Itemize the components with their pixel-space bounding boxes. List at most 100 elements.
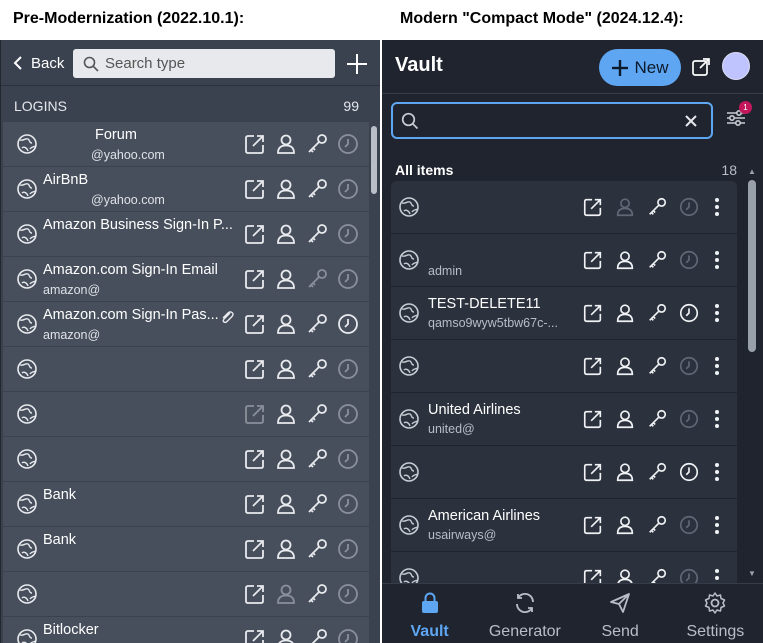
more-options-icon[interactable] bbox=[711, 514, 723, 536]
nav-tab-vault[interactable]: Vault bbox=[382, 584, 477, 643]
list-item[interactable]: Bank bbox=[3, 527, 369, 572]
totp-clock-icon[interactable] bbox=[336, 447, 360, 471]
copy-password-icon[interactable] bbox=[305, 267, 329, 291]
copy-username-icon[interactable] bbox=[274, 582, 298, 606]
copy-username-icon[interactable] bbox=[274, 492, 298, 516]
copy-password-icon[interactable] bbox=[305, 132, 329, 156]
copy-password-icon[interactable] bbox=[305, 492, 329, 516]
copy-username-icon[interactable] bbox=[274, 447, 298, 471]
launch-icon[interactable] bbox=[243, 627, 267, 643]
copy-username-icon[interactable] bbox=[614, 302, 636, 324]
vault-item-row[interactable] bbox=[391, 340, 737, 393]
list-item[interactable] bbox=[3, 347, 369, 392]
vault-item-row[interactable] bbox=[391, 181, 737, 234]
copy-username-icon[interactable] bbox=[274, 267, 298, 291]
launch-icon[interactable] bbox=[582, 302, 604, 324]
copy-username-icon[interactable] bbox=[274, 312, 298, 336]
nav-tab-generator[interactable]: Generator bbox=[477, 584, 572, 643]
launch-icon[interactable] bbox=[243, 222, 267, 246]
launch-icon[interactable] bbox=[582, 461, 604, 483]
copy-username-icon[interactable] bbox=[614, 355, 636, 377]
more-options-icon[interactable] bbox=[711, 196, 723, 218]
copy-password-icon[interactable] bbox=[305, 627, 329, 643]
list-item[interactable]: Amazon Business Sign-In P... bbox=[3, 212, 369, 257]
more-options-icon[interactable] bbox=[711, 249, 723, 271]
totp-clock-icon[interactable] bbox=[678, 408, 700, 430]
copy-password-icon[interactable] bbox=[305, 537, 329, 561]
copy-username-icon[interactable] bbox=[614, 461, 636, 483]
copy-password-icon[interactable] bbox=[305, 357, 329, 381]
vault-item-row[interactable]: United Airlines united@ bbox=[391, 393, 737, 446]
copy-username-icon[interactable] bbox=[274, 222, 298, 246]
list-item[interactable] bbox=[3, 437, 369, 482]
copy-password-icon[interactable] bbox=[305, 312, 329, 336]
copy-password-icon[interactable] bbox=[646, 514, 668, 536]
launch-icon[interactable] bbox=[582, 514, 604, 536]
list-item[interactable] bbox=[3, 392, 369, 437]
totp-clock-icon[interactable] bbox=[336, 537, 360, 561]
totp-clock-icon[interactable] bbox=[678, 196, 700, 218]
vault-item-row[interactable]: admin bbox=[391, 234, 737, 287]
copy-password-icon[interactable] bbox=[646, 408, 668, 430]
launch-icon[interactable] bbox=[243, 402, 267, 426]
totp-clock-icon[interactable] bbox=[678, 461, 700, 483]
list-item[interactable]: Amazon.com Sign-In Pas... amazon@ bbox=[3, 302, 369, 347]
vault-search-input[interactable] bbox=[427, 110, 677, 130]
filter-button[interactable]: 1 bbox=[725, 101, 752, 131]
launch-icon[interactable] bbox=[243, 267, 267, 291]
copy-username-icon[interactable] bbox=[274, 132, 298, 156]
copy-username-icon[interactable] bbox=[274, 627, 298, 643]
copy-password-icon[interactable] bbox=[305, 177, 329, 201]
copy-username-icon[interactable] bbox=[614, 408, 636, 430]
totp-clock-icon[interactable] bbox=[678, 355, 700, 377]
copy-username-icon[interactable] bbox=[274, 537, 298, 561]
more-options-icon[interactable] bbox=[711, 408, 723, 430]
launch-icon[interactable] bbox=[243, 177, 267, 201]
launch-icon[interactable] bbox=[582, 408, 604, 430]
scrollbar-thumb[interactable] bbox=[748, 180, 756, 352]
totp-clock-icon[interactable] bbox=[678, 249, 700, 271]
copy-password-icon[interactable] bbox=[646, 196, 668, 218]
copy-password-icon[interactable] bbox=[305, 402, 329, 426]
copy-password-icon[interactable] bbox=[646, 461, 668, 483]
add-item-icon[interactable] bbox=[345, 52, 369, 76]
launch-icon[interactable] bbox=[243, 357, 267, 381]
vault-scrollbar[interactable]: ▲ ▼ bbox=[745, 166, 759, 582]
clear-icon[interactable] bbox=[683, 113, 699, 129]
launch-icon[interactable] bbox=[243, 537, 267, 561]
totp-clock-icon[interactable] bbox=[336, 402, 360, 426]
legacy-scrollbar[interactable] bbox=[369, 122, 379, 643]
copy-password-icon[interactable] bbox=[646, 302, 668, 324]
list-item[interactable]: Bank bbox=[3, 482, 369, 527]
launch-icon[interactable] bbox=[243, 132, 267, 156]
copy-username-icon[interactable] bbox=[614, 514, 636, 536]
totp-clock-icon[interactable] bbox=[336, 492, 360, 516]
launch-icon[interactable] bbox=[243, 492, 267, 516]
legacy-search-box[interactable] bbox=[73, 49, 335, 78]
totp-clock-icon[interactable] bbox=[336, 582, 360, 606]
new-item-button[interactable]: New bbox=[599, 49, 681, 86]
launch-icon[interactable] bbox=[243, 447, 267, 471]
totp-clock-icon[interactable] bbox=[336, 222, 360, 246]
copy-password-icon[interactable] bbox=[305, 222, 329, 246]
totp-clock-icon[interactable] bbox=[336, 132, 360, 156]
copy-username-icon[interactable] bbox=[614, 249, 636, 271]
vault-item-row[interactable]: TEST-DELETE11 qamso9wyw5tbw67c-... bbox=[391, 287, 737, 340]
list-item[interactable]: Forum @yahoo.com bbox=[3, 122, 369, 167]
back-button[interactable]: Back bbox=[13, 52, 64, 74]
scroll-up-arrow-icon[interactable]: ▲ bbox=[748, 168, 756, 176]
launch-icon[interactable] bbox=[243, 582, 267, 606]
copy-password-icon[interactable] bbox=[305, 447, 329, 471]
launch-icon[interactable] bbox=[582, 196, 604, 218]
vault-item-row[interactable]: American Airlines usairways@ bbox=[391, 499, 737, 552]
totp-clock-icon[interactable] bbox=[336, 312, 360, 336]
more-options-icon[interactable] bbox=[711, 461, 723, 483]
copy-password-icon[interactable] bbox=[305, 582, 329, 606]
launch-icon[interactable] bbox=[243, 312, 267, 336]
nav-tab-settings[interactable]: Settings bbox=[668, 584, 763, 643]
totp-clock-icon[interactable] bbox=[678, 514, 700, 536]
copy-username-icon[interactable] bbox=[274, 177, 298, 201]
totp-clock-icon[interactable] bbox=[678, 302, 700, 324]
list-item[interactable] bbox=[3, 572, 369, 617]
scrollbar-thumb[interactable] bbox=[371, 126, 377, 194]
